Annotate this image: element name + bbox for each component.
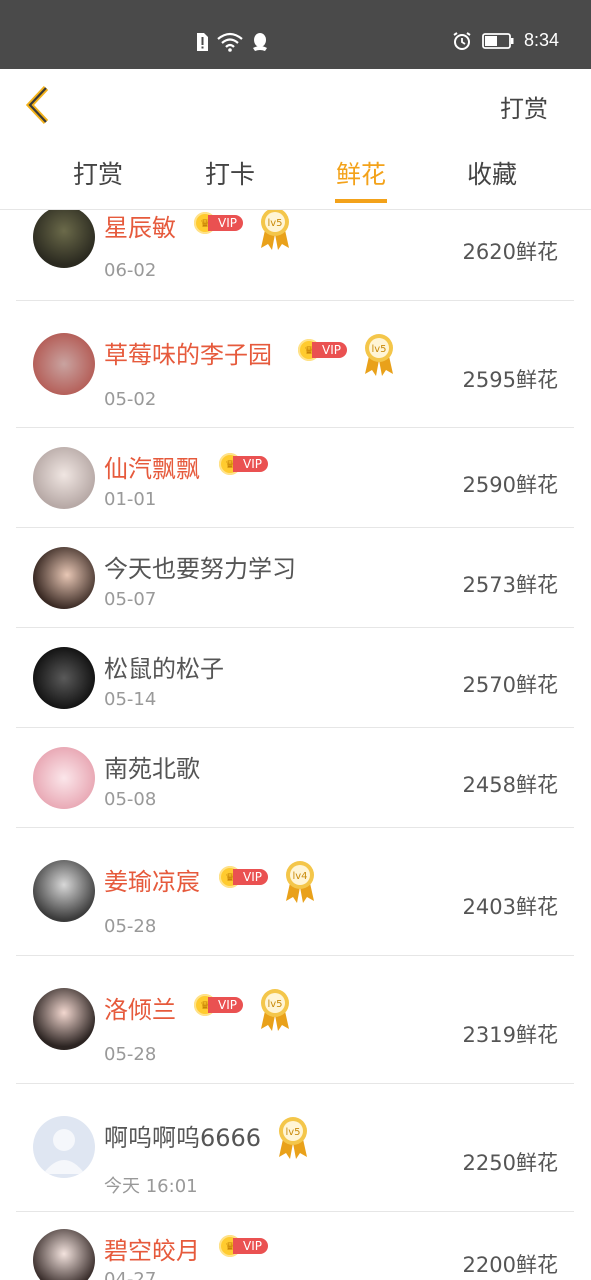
record-date: 05-08 [104,789,157,810]
tab-favorites[interactable]: 收藏 [452,155,532,191]
list-item[interactable]: 松鼠的松子 05-14 2570鲜花 [16,627,574,728]
sim-alert-icon [197,33,208,51]
list-item[interactable]: 碧空皎月 ♛ VIP 04-27 2200鲜花 [16,1211,574,1280]
tab-reward[interactable]: 打赏 [58,155,138,191]
user-name: 仙汽飘飘 [104,455,200,483]
default-avatar-icon [43,1129,85,1174]
record-date: 05-28 [104,1044,157,1065]
record-date: 05-14 [104,689,157,710]
user-name: 星辰敏 [104,214,176,242]
flower-count: 2403鲜花 [462,895,558,919]
avatar [33,1116,95,1178]
list-item[interactable]: 星辰敏 ♛ VIP lv5 06-02 2620鲜花 [16,210,574,301]
status-icons-right: 8:34 [452,30,559,51]
svg-text:lv5: lv5 [285,1127,300,1138]
level-medal-icon: lv5 [261,210,289,250]
flower-count: 2458鲜花 [462,773,558,797]
record-date: 06-02 [104,260,157,281]
record-date: 05-07 [104,589,157,610]
record-date: 04-27 [104,1269,157,1280]
level-medal-icon: lv4 [286,861,314,903]
wifi-icon [217,32,243,52]
header-action-button[interactable]: 打赏 [500,89,548,124]
vip-badge: ♛ VIP [194,994,243,1016]
app-header: 打赏 打赏 打卡 鲜花 收藏 [0,69,591,210]
status-bar: 8:34 [0,0,591,69]
vip-badge: ♛ VIP [219,1235,268,1257]
flower-count: 2250鲜花 [462,1151,558,1175]
flower-count: 2590鲜花 [462,473,558,497]
list-item[interactable]: 啊呜啊呜6666 lv5 今天 16:01 2250鲜花 [16,1083,574,1212]
flower-count: 2200鲜花 [462,1253,558,1277]
vip-badge: ♛ VIP [219,453,268,475]
flower-count: 2573鲜花 [462,573,558,597]
avatar [33,547,95,609]
status-icons-left [195,32,269,52]
vip-badge: ♛ VIP [194,212,243,234]
list-item[interactable]: 草莓味的李子园 ♛ VIP lv5 05-02 2595鲜花 [16,300,574,428]
vip-badge: ♛ VIP [298,339,347,361]
flower-ranking-list[interactable]: 星辰敏 ♛ VIP lv5 06-02 2620鲜花 草莓味的李子园 ♛ VIP… [0,210,591,1280]
user-name: 南苑北歌 [104,755,200,783]
svg-text:lv5: lv5 [267,218,282,229]
battery-icon [482,32,514,49]
flower-count: 2570鲜花 [462,673,558,697]
level-medal-icon: lv5 [261,989,289,1031]
list-item[interactable]: 洛倾兰 ♛ VIP lv5 05-28 2319鲜花 [16,955,574,1084]
record-date: 05-02 [104,389,157,410]
user-name: 洛倾兰 [104,996,176,1024]
svg-text:lv4: lv4 [292,871,307,882]
record-date: 今天 16:01 [104,1176,198,1197]
qq-icon [253,33,267,51]
avatar [33,647,95,709]
avatar [33,447,95,509]
avatar [33,333,95,395]
back-button[interactable] [22,85,54,125]
avatar [33,860,95,922]
chevron-left-icon [25,85,49,125]
vip-badge: ♛ VIP [219,866,268,888]
tab-checkin[interactable]: 打卡 [190,155,270,191]
list-item[interactable]: 仙汽飘飘 ♛ VIP 01-01 2590鲜花 [16,427,574,528]
svg-text:lv5: lv5 [371,344,386,355]
flower-count: 2319鲜花 [462,1023,558,1047]
flower-count: 2595鲜花 [462,368,558,392]
avatar [33,210,95,268]
user-name: 姜瑜凉宸 [104,868,200,896]
tab-flowers[interactable]: 鲜花 [321,155,401,191]
level-medal-icon: lv5 [279,1117,307,1159]
user-name: 松鼠的松子 [104,655,224,683]
alarm-icon [453,31,471,50]
list-item[interactable]: 姜瑜凉宸 ♛ VIP lv4 05-28 2403鲜花 [16,827,574,956]
list-item[interactable]: 南苑北歌 05-08 2458鲜花 [16,727,574,828]
flower-count: 2620鲜花 [462,240,558,264]
user-name: 今天也要努力学习 [104,555,296,583]
active-tab-indicator [335,199,387,203]
avatar [33,1229,95,1280]
user-name: 草莓味的李子园 [104,341,272,369]
user-name: 啊呜啊呜6666 [104,1124,262,1152]
level-medal-icon: lv5 [365,334,393,376]
record-date: 01-01 [104,489,157,510]
list-item[interactable]: 今天也要努力学习 05-07 2573鲜花 [16,527,574,628]
avatar [33,988,95,1050]
avatar [33,747,95,809]
user-name: 碧空皎月 [104,1237,200,1265]
svg-text:lv5: lv5 [267,999,282,1010]
record-date: 05-28 [104,916,157,937]
clock-time: 8:34 [523,30,559,50]
tab-bar: 打赏 打卡 鲜花 收藏 [0,155,591,209]
